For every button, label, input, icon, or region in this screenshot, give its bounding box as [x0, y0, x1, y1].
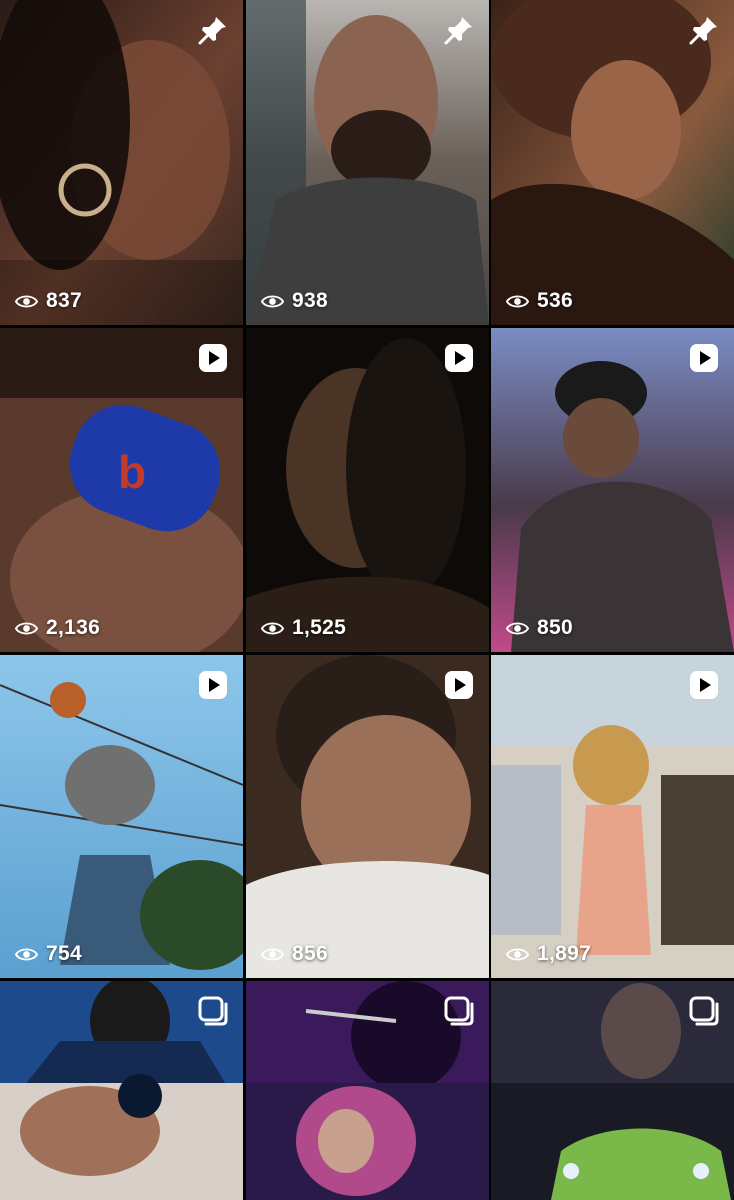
- post-thumbnail: [246, 655, 489, 978]
- svg-text:b: b: [118, 446, 146, 498]
- view-count-value: 856: [292, 942, 328, 965]
- grid-post-pinned-1[interactable]: 837: [0, 0, 243, 325]
- pin-icon: [443, 14, 475, 46]
- reel-icon: [197, 342, 229, 374]
- post-thumbnail: [246, 328, 489, 652]
- reel-icon: [443, 342, 475, 374]
- post-thumbnail: [491, 0, 734, 325]
- view-count-value: 2,136: [46, 616, 101, 639]
- reel-icon: [688, 669, 720, 701]
- post-thumbnail: [246, 0, 489, 325]
- view-count-value: 938: [292, 289, 328, 312]
- reel-icon: [688, 342, 720, 374]
- reel-icon: [443, 669, 475, 701]
- grid-post-carousel-12[interactable]: [491, 981, 734, 1200]
- pin-icon: [688, 14, 720, 46]
- eye-icon: [261, 295, 284, 307]
- grid-post-reel-7[interactable]: 754: [0, 655, 243, 978]
- view-count: 1,897: [506, 942, 591, 966]
- view-count: 850: [506, 616, 573, 640]
- view-count-value: 850: [537, 616, 573, 639]
- view-count: 2,136: [15, 616, 100, 640]
- view-count-value: 1,897: [537, 942, 592, 965]
- view-count: 536: [506, 289, 573, 313]
- carousel-icon: [197, 995, 229, 1027]
- grid-post-pinned-3[interactable]: 536: [491, 0, 734, 325]
- profile-grid: 837 938 536 b 2,136 1,525 850 754 856 1,…: [0, 0, 734, 1200]
- grid-post-reel-6[interactable]: 850: [491, 328, 734, 652]
- eye-icon: [15, 295, 38, 307]
- view-count: 856: [261, 942, 328, 966]
- view-count-value: 1,525: [292, 616, 347, 639]
- pin-icon: [197, 14, 229, 46]
- grid-post-carousel-10[interactable]: [0, 981, 243, 1200]
- post-thumbnail: [0, 0, 243, 325]
- eye-icon: [506, 295, 529, 307]
- grid-post-reel-9[interactable]: 1,897: [491, 655, 734, 978]
- view-count-value: 536: [537, 289, 573, 312]
- grid-post-reel-5[interactable]: 1,525: [246, 328, 489, 652]
- view-count-value: 754: [46, 942, 82, 965]
- eye-icon: [261, 948, 284, 960]
- carousel-icon: [443, 995, 475, 1027]
- view-count-value: 837: [46, 289, 82, 312]
- grid-post-carousel-11[interactable]: [246, 981, 489, 1200]
- view-count: 837: [15, 289, 82, 313]
- post-thumbnail: [491, 328, 734, 652]
- carousel-icon: [688, 995, 720, 1027]
- grid-post-reel-8[interactable]: 856: [246, 655, 489, 978]
- eye-icon: [506, 622, 529, 634]
- post-thumbnail: [491, 655, 734, 978]
- post-thumbnail: b: [0, 328, 243, 652]
- grid-post-reel-4[interactable]: b 2,136: [0, 328, 243, 652]
- view-count: 1,525: [261, 616, 346, 640]
- post-thumbnail: [0, 655, 243, 978]
- eye-icon: [15, 948, 38, 960]
- eye-icon: [506, 948, 529, 960]
- eye-icon: [261, 622, 284, 634]
- view-count: 938: [261, 289, 328, 313]
- reel-icon: [197, 669, 229, 701]
- eye-icon: [15, 622, 38, 634]
- grid-post-pinned-2[interactable]: 938: [246, 0, 489, 325]
- view-count: 754: [15, 942, 82, 966]
